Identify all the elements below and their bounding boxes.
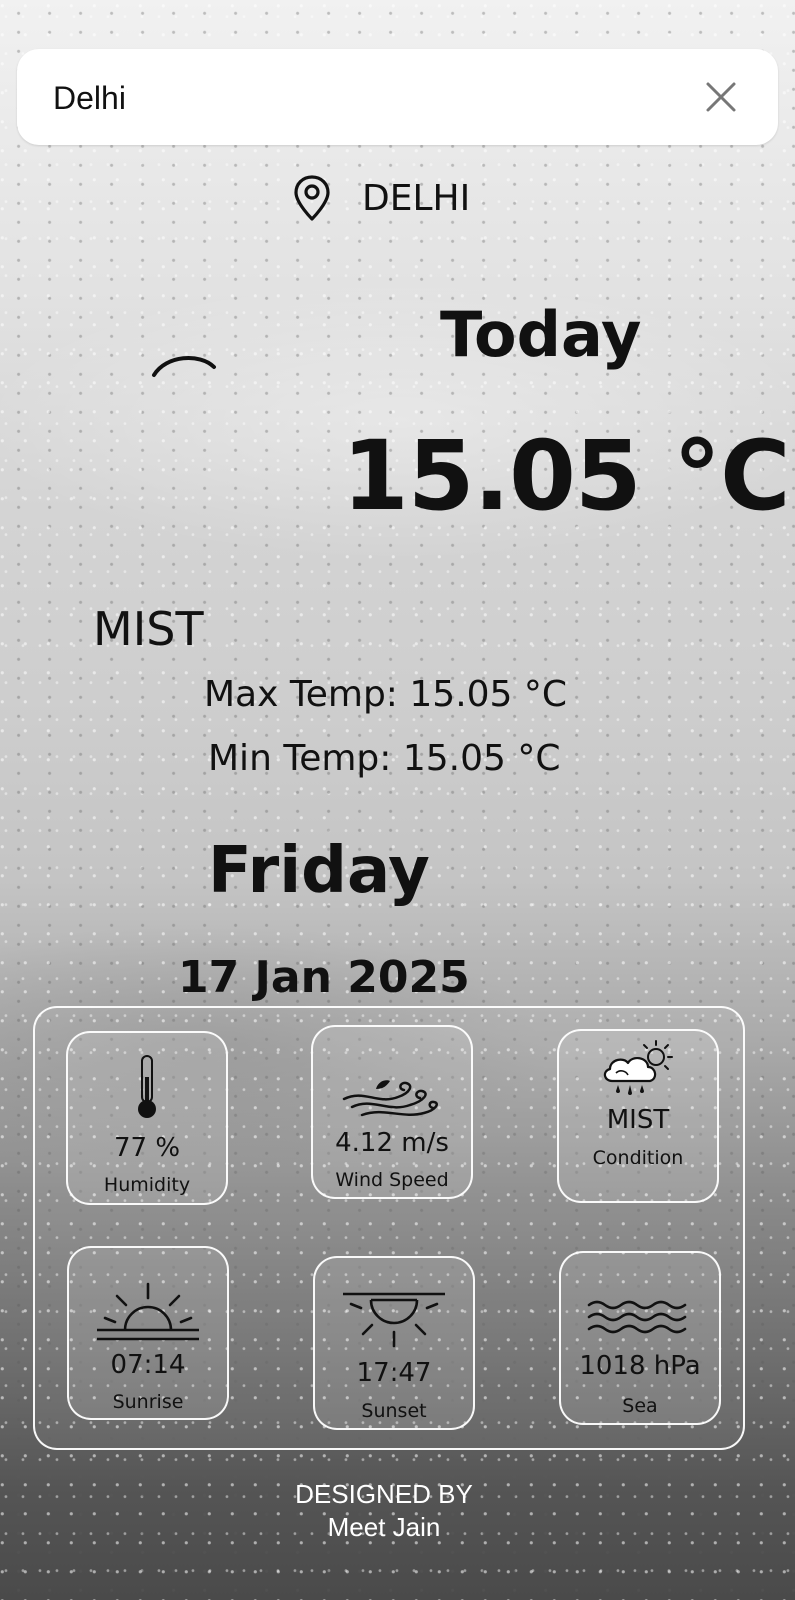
sea-pressure-card: 1018 hPa Sea — [559, 1251, 721, 1425]
current-temperature: 15.05 °C — [342, 420, 791, 532]
condition-card: MIST Condition — [557, 1029, 719, 1203]
footer-designed-by: DESIGNED BY — [295, 1479, 473, 1509]
sunset-card: 17:47 Sunset — [313, 1256, 475, 1430]
sunset-label: Sunset — [361, 1400, 427, 1422]
current-date: 17 Jan 2025 — [178, 952, 470, 1003]
waves-icon — [587, 1300, 687, 1334]
cloud-sun-rain-icon — [603, 1040, 673, 1095]
search-bar — [17, 49, 778, 145]
humidity-label: Humidity — [103, 1174, 191, 1196]
day-name: Friday — [208, 834, 430, 908]
footer-credit: DESIGNED BY Meet Jain — [0, 1478, 768, 1544]
city-name: DELHI — [362, 177, 471, 219]
wind-speed-label: Wind Speed — [335, 1169, 449, 1191]
humidity-card: 77 % Humidity — [66, 1031, 228, 1205]
wind-speed-value: 4.12 m/s — [335, 1128, 449, 1158]
condition-value: MIST — [606, 1105, 670, 1135]
sunrise-label: Sunrise — [112, 1391, 184, 1413]
sea-pressure-label: Sea — [622, 1395, 658, 1417]
humidity-value: 77 % — [113, 1133, 181, 1163]
search-input[interactable] — [51, 69, 655, 127]
condition-label: Condition — [592, 1147, 684, 1169]
location-header: DELHI — [292, 170, 470, 226]
wind-icon — [342, 1080, 438, 1117]
today-label: Today — [440, 298, 642, 371]
weather-arc-icon — [152, 355, 216, 377]
max-temperature: Max Temp: 15.05 °C — [204, 674, 568, 715]
map-pin-icon — [294, 175, 330, 221]
footer-author: Meet Jain — [327, 1512, 441, 1542]
wind-speed-card: 4.12 m/s Wind Speed — [311, 1025, 473, 1199]
sunrise-card: 07:14 Sunrise — [67, 1246, 229, 1420]
sunset-icon — [343, 1292, 445, 1348]
sunrise-icon — [97, 1282, 199, 1341]
min-temperature: Min Temp: 15.05 °C — [208, 738, 561, 779]
close-icon[interactable] — [704, 80, 738, 114]
sunrise-value: 07:14 — [110, 1350, 186, 1380]
sea-pressure-value: 1018 hPa — [579, 1351, 701, 1381]
thermometer-icon — [138, 1055, 156, 1118]
sunset-value: 17:47 — [356, 1358, 432, 1388]
weather-condition: MIST — [93, 602, 204, 656]
